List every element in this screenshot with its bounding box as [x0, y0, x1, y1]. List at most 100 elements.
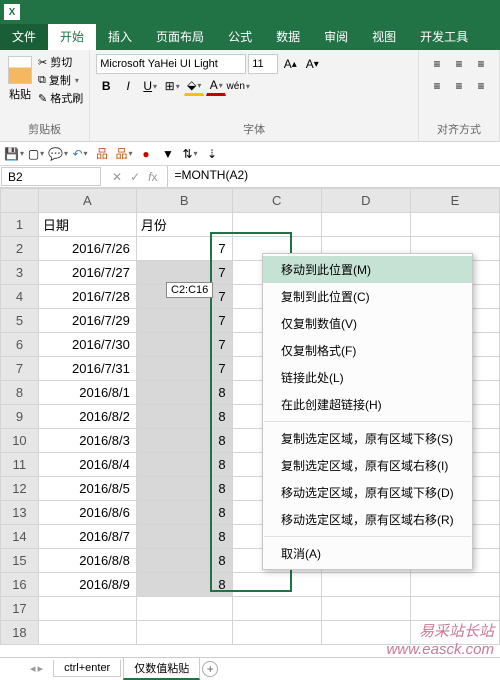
hier1-icon[interactable]: 品: [94, 146, 110, 162]
row-header[interactable]: 13: [1, 501, 39, 525]
bold-button[interactable]: B: [96, 76, 116, 96]
ctx-copy-shift-right[interactable]: 复制选定区域，原有区域右移(I): [263, 452, 472, 479]
row-header[interactable]: 7: [1, 357, 39, 381]
row-header[interactable]: 1: [1, 213, 39, 237]
cell[interactable]: [321, 597, 410, 621]
cell[interactable]: 7: [136, 309, 232, 333]
tab-view[interactable]: 视图: [360, 24, 408, 50]
accept-formula-icon[interactable]: ✓: [130, 170, 140, 184]
row-header[interactable]: 10: [1, 429, 39, 453]
cell[interactable]: 2016/8/7: [38, 525, 136, 549]
ctx-copy-here[interactable]: 复制到此位置(C): [263, 283, 472, 310]
cell[interactable]: 7: [136, 261, 232, 285]
ctx-formats-only[interactable]: 仅复制格式(F): [263, 337, 472, 364]
col-header-b[interactable]: B: [136, 189, 232, 213]
col-header-c[interactable]: C: [232, 189, 321, 213]
fill-color-button[interactable]: ⬙▾: [184, 76, 204, 96]
cell[interactable]: 2016/8/9: [38, 573, 136, 597]
cell[interactable]: [410, 597, 499, 621]
row-header[interactable]: 12: [1, 477, 39, 501]
undo-icon[interactable]: ↶▾: [72, 146, 88, 162]
cell[interactable]: [232, 213, 321, 237]
ctx-link-here[interactable]: 链接此处(L): [263, 364, 472, 391]
sheet-nav-prev-icon[interactable]: ◂: [30, 662, 36, 675]
tab-home[interactable]: 开始: [48, 24, 96, 50]
decrease-font-icon[interactable]: A▾: [302, 54, 322, 74]
ctx-move-shift-right[interactable]: 移动选定区域，原有区域右移(R): [263, 506, 472, 533]
border-button[interactable]: ⊞▾: [162, 76, 182, 96]
cell[interactable]: 8: [136, 405, 232, 429]
ctx-cancel[interactable]: 取消(A): [263, 540, 472, 567]
cell[interactable]: 2016/8/8: [38, 549, 136, 573]
cell[interactable]: [232, 621, 321, 645]
sheet-tab-1[interactable]: ctrl+enter: [53, 660, 121, 677]
ctx-move-shift-down[interactable]: 移动选定区域，原有区域下移(D): [263, 479, 472, 506]
cell[interactable]: 2016/8/2: [38, 405, 136, 429]
italic-button[interactable]: I: [118, 76, 138, 96]
record-icon[interactable]: ●: [138, 146, 154, 162]
tab-file[interactable]: 文件: [0, 24, 48, 50]
name-box[interactable]: [1, 167, 101, 186]
new-icon[interactable]: ▢▾: [28, 146, 44, 162]
cell[interactable]: 7: [136, 237, 232, 261]
tab-review[interactable]: 审阅: [312, 24, 360, 50]
ctx-move-here[interactable]: 移动到此位置(M): [263, 256, 472, 283]
filter-icon[interactable]: ▼: [160, 146, 176, 162]
tab-data[interactable]: 数据: [264, 24, 312, 50]
cell[interactable]: 8: [136, 429, 232, 453]
cell[interactable]: [136, 621, 232, 645]
tab-insert[interactable]: 插入: [96, 24, 144, 50]
paste-button[interactable]: 粘贴: [6, 54, 34, 106]
cancel-formula-icon[interactable]: ✕: [112, 170, 122, 184]
row-header[interactable]: 15: [1, 549, 39, 573]
phonetic-button[interactable]: wén▾: [228, 76, 248, 96]
cell[interactable]: [38, 621, 136, 645]
row-header[interactable]: 2: [1, 237, 39, 261]
cell[interactable]: 2016/8/5: [38, 477, 136, 501]
cell[interactable]: [410, 213, 499, 237]
tab-layout[interactable]: 页面布局: [144, 24, 216, 50]
cell[interactable]: 8: [136, 453, 232, 477]
align-middle-icon[interactable]: ≡: [449, 54, 469, 74]
fx-icon[interactable]: fx: [148, 170, 157, 184]
cell[interactable]: 2016/8/3: [38, 429, 136, 453]
align-top-icon[interactable]: ≡: [427, 54, 447, 74]
copy-button[interactable]: ⧉复制▾: [38, 72, 83, 88]
tab-formulas[interactable]: 公式: [216, 24, 264, 50]
formula-bar[interactable]: =MONTH(A2): [167, 166, 500, 187]
row-header[interactable]: 9: [1, 405, 39, 429]
col-header-a[interactable]: A: [38, 189, 136, 213]
font-family-select[interactable]: [96, 54, 246, 74]
more-icon[interactable]: ⇣: [204, 146, 220, 162]
font-size-select[interactable]: [248, 54, 278, 74]
cell[interactable]: 2016/7/31: [38, 357, 136, 381]
cell[interactable]: 8: [136, 549, 232, 573]
row-header[interactable]: 17: [1, 597, 39, 621]
align-bottom-icon[interactable]: ≡: [471, 54, 491, 74]
cell[interactable]: [321, 573, 410, 597]
cell[interactable]: [38, 597, 136, 621]
ctx-values-only[interactable]: 仅复制数值(V): [263, 310, 472, 337]
align-right-icon[interactable]: ≡: [471, 76, 491, 96]
cell[interactable]: 2016/8/4: [38, 453, 136, 477]
row-header[interactable]: 18: [1, 621, 39, 645]
cell[interactable]: [321, 213, 410, 237]
cell[interactable]: 2016/7/26: [38, 237, 136, 261]
row-header[interactable]: 3: [1, 261, 39, 285]
cell[interactable]: 2016/7/30: [38, 333, 136, 357]
cell[interactable]: 8: [136, 525, 232, 549]
font-color-button[interactable]: A▾: [206, 76, 226, 96]
cell[interactable]: 8: [136, 381, 232, 405]
save-icon[interactable]: 💾▾: [6, 146, 22, 162]
cell[interactable]: 2016/7/27: [38, 261, 136, 285]
row-header[interactable]: 11: [1, 453, 39, 477]
col-header-e[interactable]: E: [410, 189, 499, 213]
row-header[interactable]: 5: [1, 309, 39, 333]
increase-font-icon[interactable]: A▴: [280, 54, 300, 74]
sort-icon[interactable]: ⇅▾: [182, 146, 198, 162]
align-center-icon[interactable]: ≡: [449, 76, 469, 96]
row-header[interactable]: 8: [1, 381, 39, 405]
cell[interactable]: 月份: [136, 213, 232, 237]
tab-dev[interactable]: 开发工具: [408, 24, 480, 50]
align-left-icon[interactable]: ≡: [427, 76, 447, 96]
